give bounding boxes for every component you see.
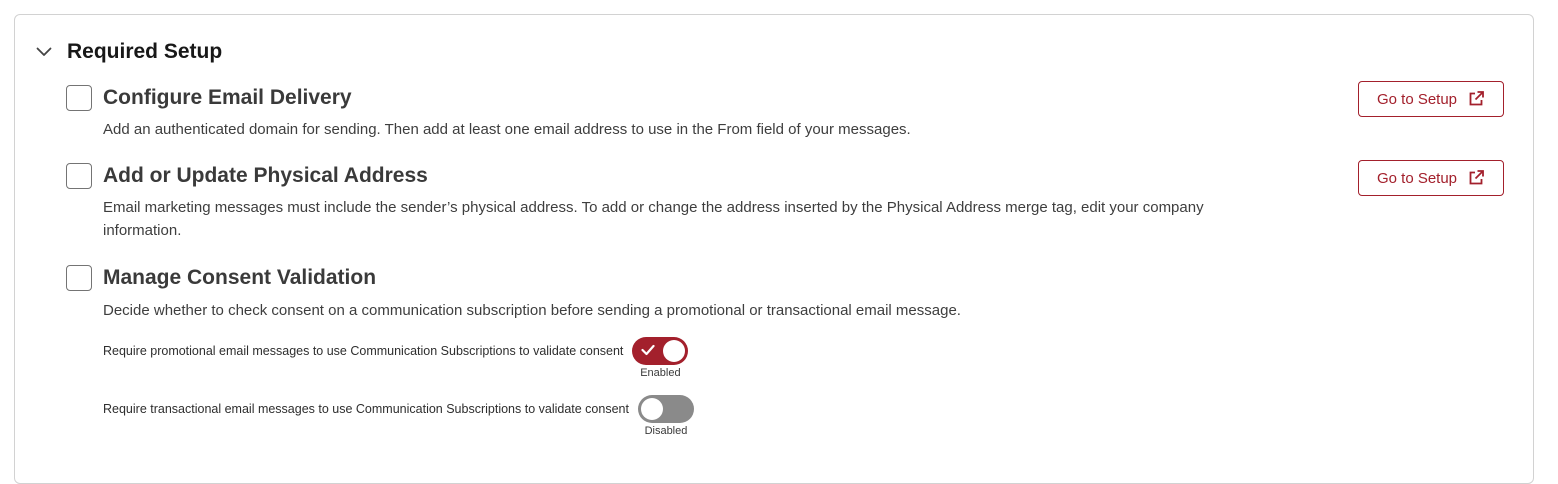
email-delivery-checkbox[interactable]: [66, 85, 92, 111]
external-link-icon: [1467, 169, 1485, 187]
consent-validation-checkbox[interactable]: [66, 265, 92, 291]
item-description: Email marketing messages must include th…: [103, 199, 1204, 239]
item-title: Add or Update Physical Address: [103, 164, 428, 187]
transactional-consent-row: Require transactional email messages to …: [103, 395, 694, 438]
toggle-state: Enabled: [640, 367, 681, 379]
go-to-setup-button-email-delivery[interactable]: Go to Setup: [1358, 81, 1504, 117]
go-to-setup-label: Go to Setup: [1376, 90, 1458, 108]
go-to-setup-label: Go to Setup: [1376, 169, 1458, 187]
external-link-icon: [1467, 90, 1485, 108]
section-title: Required Setup: [67, 40, 223, 63]
toggle-label: Require transactional email messages to …: [103, 402, 629, 416]
toggle-label: Require promotional email messages to us…: [103, 344, 624, 358]
go-to-setup-button-physical-address[interactable]: Go to Setup: [1358, 160, 1504, 196]
checkmark-icon: [641, 344, 656, 356]
promotional-consent-toggle[interactable]: [632, 337, 689, 365]
toggle-state: Disabled: [644, 425, 688, 437]
promotional-consent-row: Require promotional email messages to us…: [103, 337, 689, 380]
chevron-down-icon[interactable]: [34, 42, 54, 62]
item-description: Decide whether to check consent on a com…: [103, 302, 961, 319]
toggle-knob: [663, 340, 686, 362]
item-title: Configure Email Delivery: [103, 86, 352, 109]
transactional-consent-toggle[interactable]: [637, 395, 694, 423]
physical-address-checkbox[interactable]: [66, 163, 92, 189]
toggle-knob: [640, 398, 663, 420]
toggle-group: Disabled: [637, 395, 694, 438]
item-title: Manage Consent Validation: [103, 266, 377, 289]
toggle-group: Enabled: [632, 337, 689, 380]
item-description: Add an authenticated domain for sending.…: [103, 121, 911, 138]
section-header[interactable]: Required Setup: [34, 38, 222, 66]
